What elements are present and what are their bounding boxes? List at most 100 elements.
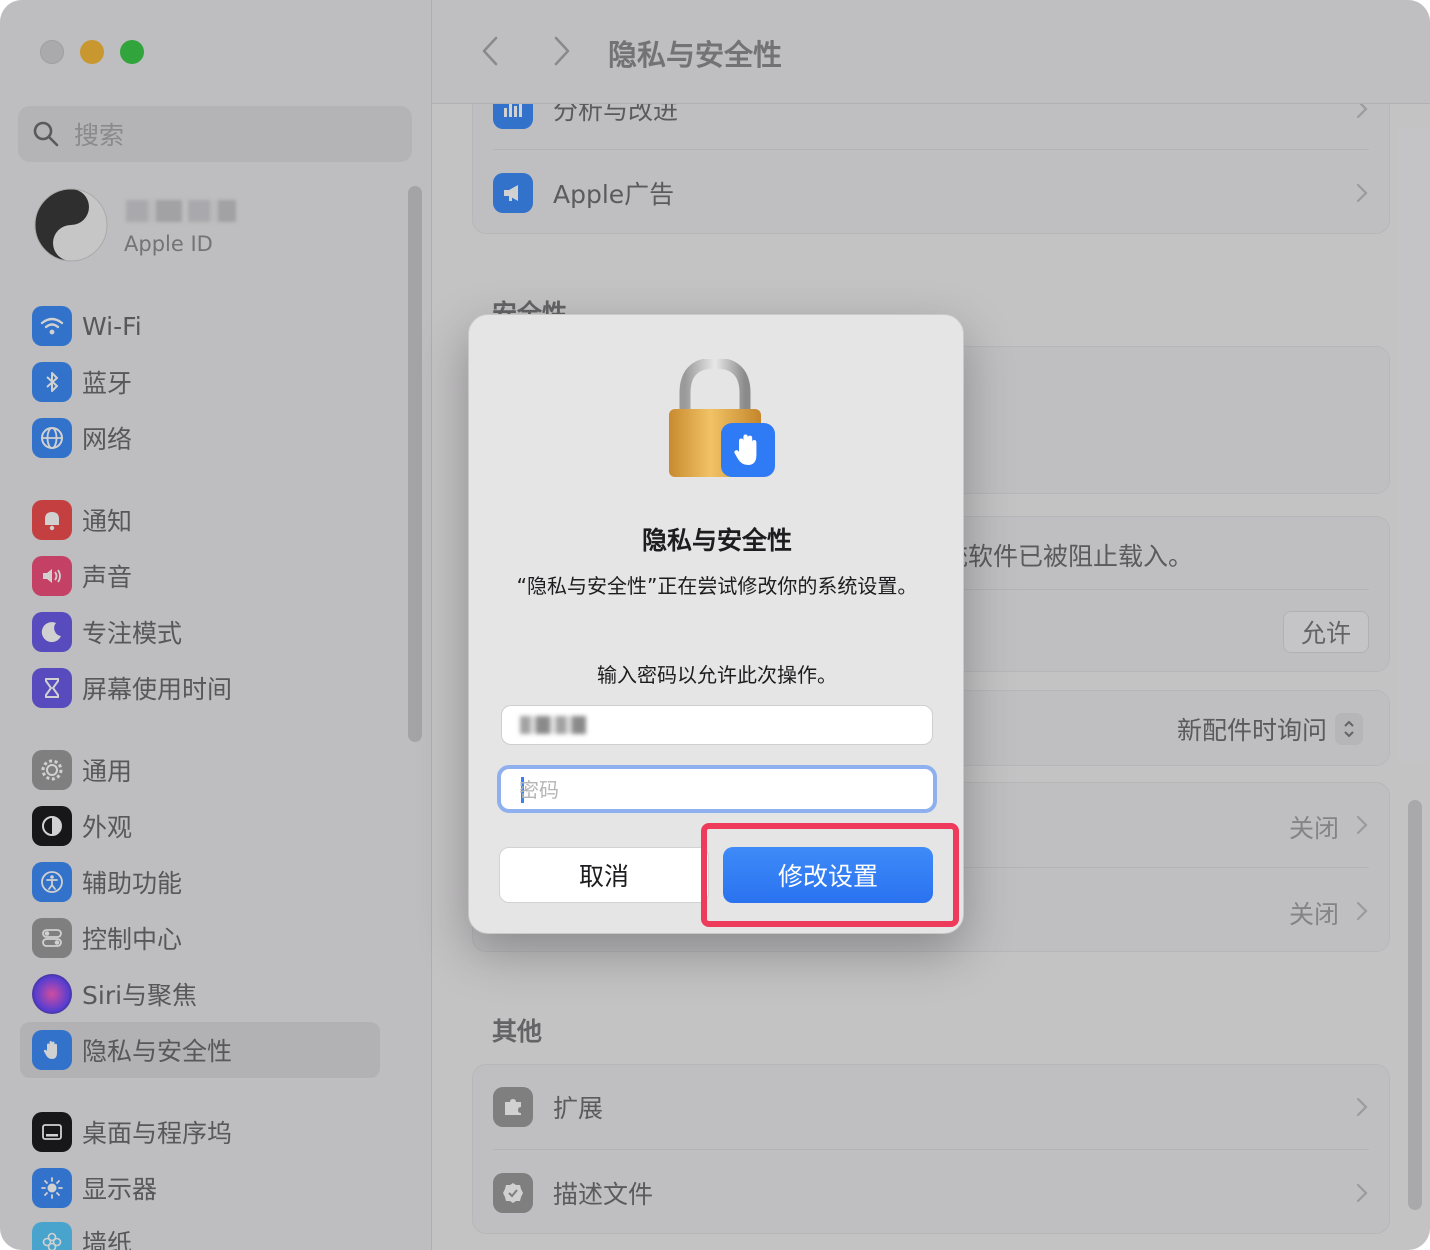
hourglass-icon xyxy=(32,668,72,708)
gear-icon xyxy=(32,750,72,790)
row-value: 关闭 xyxy=(1288,814,1339,843)
dialog-prompt: 输入密码以允许此次操作。 xyxy=(597,663,837,687)
toolbar: 隐私与安全性 xyxy=(432,0,1430,104)
dialog-title: 隐私与安全性 xyxy=(641,526,792,555)
megaphone-icon xyxy=(493,173,533,213)
speaker-icon xyxy=(32,556,72,596)
sidebar-item-label: 隐私与安全性 xyxy=(82,1037,233,1066)
blocked-software-text: 统软件已被阻止载入。 xyxy=(943,542,1194,571)
search-placeholder: 搜索 xyxy=(74,121,125,150)
sidebar-item-siri[interactable]: Siri与聚焦 xyxy=(20,966,380,1022)
sidebar-item-label: 控制中心 xyxy=(82,925,183,954)
sidebar-item-general[interactable]: 通用 xyxy=(20,742,380,798)
chevron-right-icon xyxy=(1356,901,1368,921)
row-value: 关闭 xyxy=(1288,900,1339,929)
lock-icon xyxy=(669,359,775,477)
divider xyxy=(493,149,1369,150)
allow-button[interactable]: 允许 xyxy=(1283,611,1369,653)
popup-stepper-icon[interactable] xyxy=(1335,713,1363,745)
search-icon xyxy=(33,121,59,147)
apple-id-label: Apple ID xyxy=(124,232,213,256)
chevron-right-icon xyxy=(1356,1183,1368,1203)
sidebar-item-label: 通用 xyxy=(82,757,133,786)
sidebar-item-label: 墙纸 xyxy=(82,1229,133,1250)
sidebar-item-label: 专注模式 xyxy=(82,619,183,648)
sidebar-item-bluetooth[interactable]: 蓝牙 xyxy=(20,354,380,410)
account-name-redacted xyxy=(126,200,236,222)
sidebar-item-desktop-dock[interactable]: 桌面与程序坞 xyxy=(20,1104,380,1160)
divider xyxy=(493,1149,1369,1150)
dialog-message: “隐私与安全性”正在尝试修改你的系统设置。 xyxy=(516,574,918,598)
sidebar-item-label: 声音 xyxy=(82,563,133,592)
sidebar-item-control-center[interactable]: 控制中心 xyxy=(20,910,380,966)
row-label: 描述文件 xyxy=(553,1180,654,1209)
sidebar-item-label: 网络 xyxy=(82,425,133,454)
row-apple-ads[interactable]: Apple广告 xyxy=(473,151,1391,237)
row-extensions[interactable]: 扩展 xyxy=(473,1065,1391,1151)
accessibility-icon xyxy=(32,862,72,902)
sidebar-item-label: 通知 xyxy=(82,507,133,536)
close-window-button[interactable] xyxy=(40,40,64,64)
puzzle-icon xyxy=(493,1087,533,1127)
sidebar-item-label: Siri与聚焦 xyxy=(82,981,198,1010)
hand-icon xyxy=(32,1030,72,1070)
username-redacted xyxy=(520,716,586,734)
toggles-icon xyxy=(32,918,72,958)
apple-id-account[interactable]: Apple ID xyxy=(34,188,404,268)
sidebar-item-appearance[interactable]: 外观 xyxy=(20,798,380,854)
chevron-right-icon xyxy=(1356,1097,1368,1117)
main-scrollbar[interactable] xyxy=(1408,800,1422,1210)
sidebar-item-wifi[interactable]: Wi-Fi xyxy=(20,298,380,354)
sidebar-item-sound[interactable]: 声音 xyxy=(20,548,380,604)
globe-icon xyxy=(32,418,72,458)
sidebar-item-label: 桌面与程序坞 xyxy=(82,1119,233,1148)
password-input[interactable] xyxy=(519,775,909,805)
highlight-annotation xyxy=(701,823,959,927)
zoom-window-button[interactable] xyxy=(120,40,144,64)
sidebar-item-privacy-security[interactable]: 隐私与安全性 xyxy=(20,1022,380,1078)
sidebar-item-label: 蓝牙 xyxy=(82,369,133,398)
wifi-icon xyxy=(32,306,72,346)
chevron-right-icon xyxy=(1356,183,1368,203)
sidebar-item-label: 外观 xyxy=(82,813,133,842)
sun-icon xyxy=(32,1168,72,1208)
search-field[interactable]: 搜索 xyxy=(18,106,412,162)
sidebar-scrollbar[interactable] xyxy=(408,186,422,742)
cancel-button[interactable]: 取消 xyxy=(499,847,709,903)
sidebar-item-label: 辅助功能 xyxy=(82,869,183,898)
accessory-setting-value[interactable]: 新配件时询问 xyxy=(1177,711,1327,747)
appearance-icon xyxy=(32,806,72,846)
bluetooth-icon xyxy=(32,362,72,402)
row-label: 扩展 xyxy=(553,1094,604,1123)
avatar xyxy=(34,188,108,262)
moon-icon xyxy=(32,612,72,652)
other-card: 扩展 描述文件 xyxy=(472,1064,1390,1234)
row-label: Apple广告 xyxy=(553,180,675,209)
password-field[interactable] xyxy=(497,765,937,813)
page-title: 隐私与安全性 xyxy=(608,38,783,72)
sidebar-item-displays[interactable]: 显示器 xyxy=(20,1160,380,1216)
system-settings-window: 搜索 Apple ID Wi-Fi 蓝牙 网络 通知 声音 专注模式 屏幕使用时… xyxy=(0,0,1430,1250)
sidebar-item-label: 显示器 xyxy=(82,1175,158,1204)
chevron-right-icon xyxy=(1356,815,1368,835)
sidebar-item-label: 屏幕使用时间 xyxy=(82,675,233,704)
sidebar-item-network[interactable]: 网络 xyxy=(20,410,380,466)
sidebar-item-accessibility[interactable]: 辅助功能 xyxy=(20,854,380,910)
section-title-other: 其他 xyxy=(492,1017,543,1046)
sidebar-item-focus[interactable]: 专注模式 xyxy=(20,604,380,660)
flower-icon xyxy=(32,1222,72,1250)
dock-icon xyxy=(32,1112,72,1152)
minimize-window-button[interactable] xyxy=(80,40,104,64)
yin-yang-icon xyxy=(34,188,108,262)
forward-chevron-icon[interactable] xyxy=(546,34,576,68)
row-profiles[interactable]: 描述文件 xyxy=(473,1151,1391,1237)
authentication-dialog: 隐私与安全性 “隐私与安全性”正在尝试修改你的系统设置。 输入密码以允许此次操作… xyxy=(468,314,964,934)
siri-icon xyxy=(32,974,72,1014)
username-field[interactable] xyxy=(501,705,933,745)
sidebar-item-wallpaper[interactable]: 墙纸 xyxy=(20,1214,380,1250)
sidebar-item-notifications[interactable]: 通知 xyxy=(20,492,380,548)
back-chevron-icon[interactable] xyxy=(476,34,506,68)
sidebar: 搜索 Apple ID Wi-Fi 蓝牙 网络 通知 声音 专注模式 屏幕使用时… xyxy=(0,0,432,1250)
sidebar-item-label: Wi-Fi xyxy=(82,311,142,341)
sidebar-item-screen-time[interactable]: 屏幕使用时间 xyxy=(20,660,380,716)
